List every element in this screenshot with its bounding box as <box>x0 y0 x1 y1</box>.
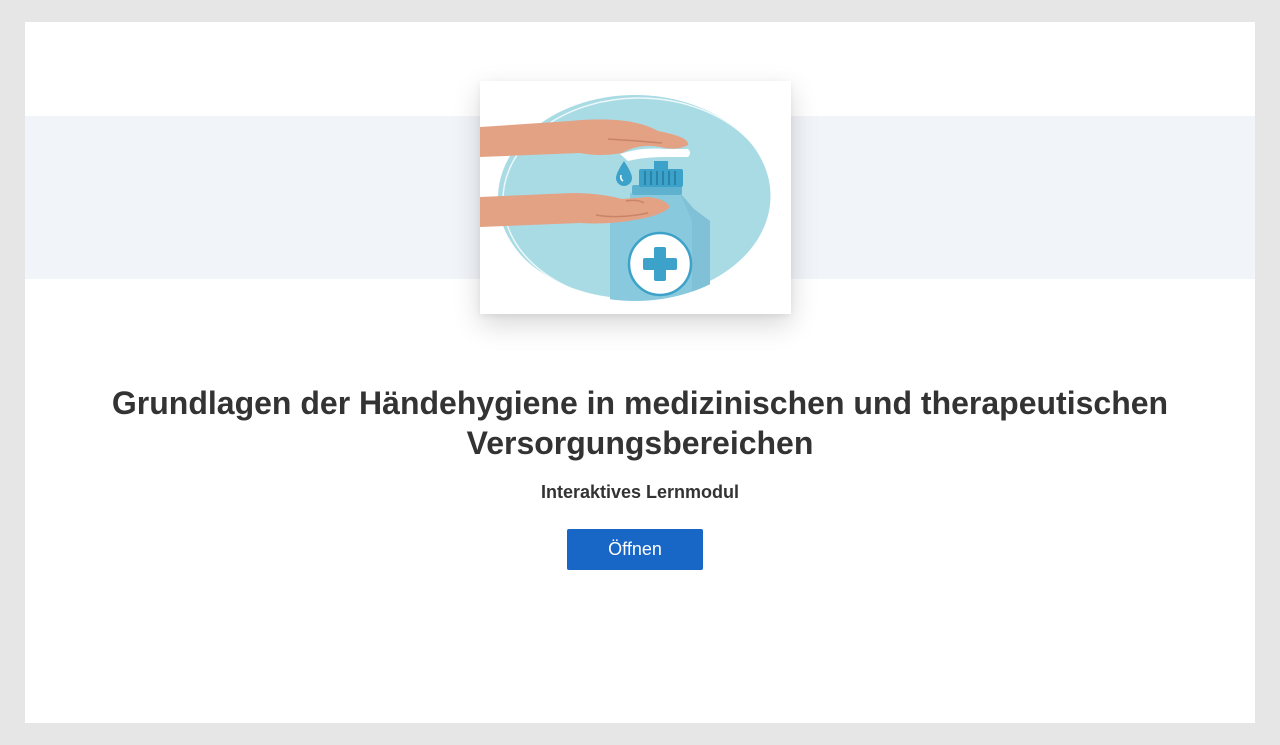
course-card: Grundlagen der Händehygiene in medizinis… <box>25 22 1255 723</box>
open-button[interactable]: Öffnen <box>567 529 703 570</box>
hand-sanitizer-illustration <box>480 90 776 303</box>
course-subtitle: Interaktives Lernmodul <box>540 482 740 502</box>
medical-cross-icon <box>627 231 693 297</box>
course-thumbnail <box>480 81 791 314</box>
course-title: Grundlagen der Händehygiene in medizinis… <box>111 385 1169 461</box>
